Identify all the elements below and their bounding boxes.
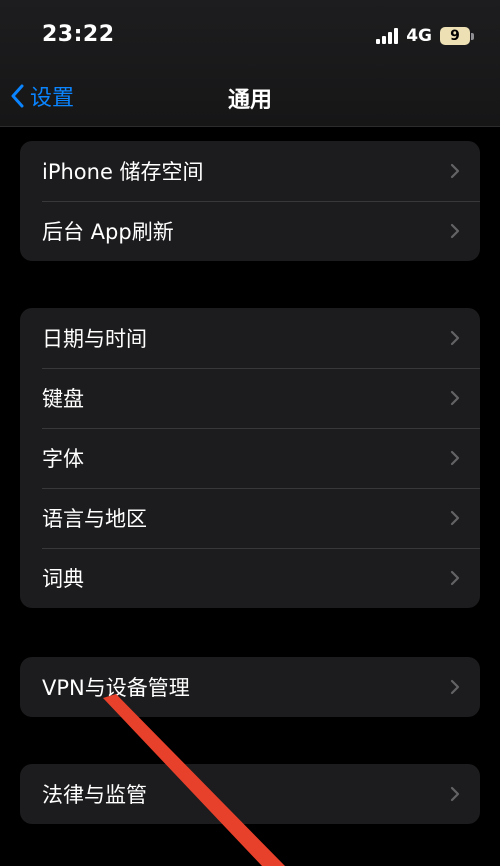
- settings-row-iphone-storage[interactable]: iPhone 储存空间: [20, 141, 480, 201]
- settings-row-vpn-device-management[interactable]: VPN与设备管理: [20, 657, 480, 717]
- settings-group-vpn: VPN与设备管理: [20, 657, 480, 717]
- settings-row-language-region[interactable]: 语言与地区: [20, 488, 480, 548]
- chevron-right-icon: [450, 510, 460, 526]
- chevron-right-icon: [450, 570, 460, 586]
- network-type: 4G: [406, 26, 432, 46]
- chevron-right-icon: [450, 330, 460, 346]
- settings-row-keyboard[interactable]: 键盘: [20, 368, 480, 428]
- row-label: 日期与时间: [42, 327, 147, 351]
- status-time: 23:22: [42, 22, 115, 47]
- row-label: VPN与设备管理: [42, 676, 190, 700]
- row-label: 字体: [42, 447, 84, 471]
- row-label: 后台 App刷新: [42, 220, 174, 244]
- settings-group-locale: 日期与时间 键盘 字体 语言与地区 词典: [20, 308, 480, 608]
- row-label: 法律与监管: [42, 783, 147, 807]
- settings-group-storage: iPhone 储存空间 后台 App刷新: [20, 141, 480, 261]
- chevron-right-icon: [450, 679, 460, 695]
- settings-row-date-time[interactable]: 日期与时间: [20, 308, 480, 368]
- page-title: 通用: [227, 88, 272, 113]
- settings-row-background-refresh[interactable]: 后台 App刷新: [20, 201, 480, 261]
- settings-row-fonts[interactable]: 字体: [20, 428, 480, 488]
- chevron-right-icon: [450, 163, 460, 179]
- row-label: 语言与地区: [42, 507, 147, 531]
- battery-level: 9: [440, 27, 470, 45]
- chevron-right-icon: [450, 223, 460, 239]
- row-label: iPhone 储存空间: [42, 160, 204, 184]
- chevron-right-icon: [450, 450, 460, 466]
- signal-icon: [376, 28, 399, 44]
- battery-icon: 9: [440, 27, 474, 45]
- chevron-right-icon: [450, 390, 460, 406]
- settings-row-legal-regulatory[interactable]: 法律与监管: [20, 764, 480, 824]
- settings-row-dictionary[interactable]: 词典: [20, 548, 480, 608]
- row-label: 词典: [42, 567, 84, 591]
- row-label: 键盘: [42, 387, 84, 411]
- chevron-right-icon: [450, 786, 460, 802]
- settings-group-legal: 法律与监管: [20, 764, 480, 824]
- status-indicators: 4G 9: [376, 26, 474, 46]
- top-bar: 23:22 4G 9 设置 通用: [0, 0, 500, 127]
